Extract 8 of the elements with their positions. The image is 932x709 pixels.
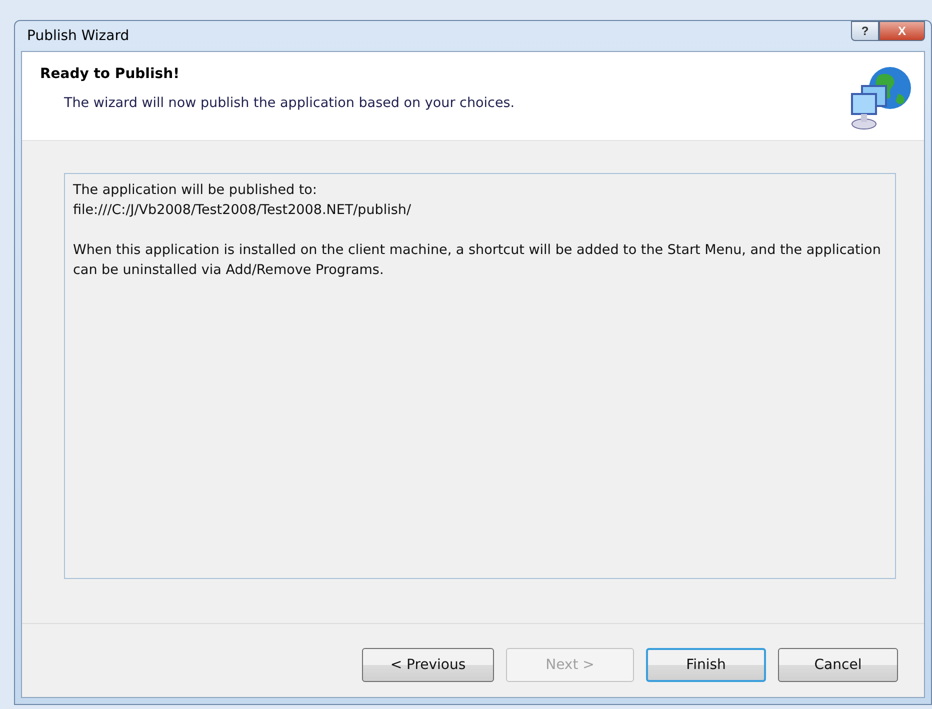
help-button[interactable]: ? — [851, 21, 879, 41]
page-description: The wizard will now publish the application based on your choices. — [63, 95, 515, 111]
page-heading: Ready to Publish! — [40, 66, 180, 82]
window-title: Publish Wizard — [26, 28, 130, 44]
wizard-button[interactable]: < Previous — [362, 648, 494, 682]
summary-text-box[interactable]: The application will be published to: file:///C:/J/Vb2008/Test2008/Test2008.NET/publish/ When this application is installed on the client machine, a shortcut will be added to the Start Menu, and the application can be uninstalled via Add/Remove Programs. — [64, 173, 896, 579]
wizard-button[interactable]: Finish — [646, 648, 766, 682]
wizard-button[interactable]: Cancel — [778, 648, 898, 682]
